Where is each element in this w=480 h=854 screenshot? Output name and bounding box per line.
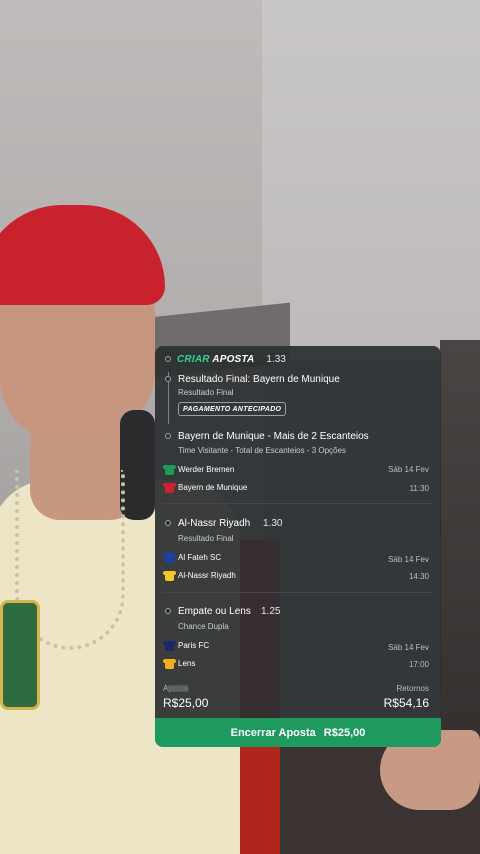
home-team: Al Fateh SC [178,553,222,562]
selection-market: Resultado Final [178,534,234,543]
cashout-label: Encerrar Aposta [230,726,316,739]
total-odds: 1.33 [266,353,286,365]
shirt-icon [163,659,176,669]
early-payout-badge: PAGAMENTO ANTECIPADO [178,402,287,416]
divider [163,592,433,593]
match-time: 17:00 [408,660,429,669]
selection-bullet-icon [165,608,171,614]
slip-brand: CRIAR APOSTA [177,354,254,365]
shirt-icon [163,483,176,493]
returns-label: Retornos [396,684,429,693]
leg-title: Resultado Final: Bayern de Munique [178,374,340,385]
selection-name: Al-Nassr Riyadh [178,518,251,529]
shirt-icon [163,465,176,475]
match-date: Sáb 14 Fev [388,555,429,564]
selection-odds: 1.25 [261,606,281,617]
match-date: Sáb 14 Fev [388,643,429,652]
away-team: Al-Nassr Riyadh [178,571,236,580]
match-time: 14:30 [408,572,429,581]
brand-aposta: APOSTA [212,353,255,365]
returns-value: R$54,16 [383,696,429,710]
leg-bullet-icon [165,433,171,439]
shirt-icon [163,571,176,581]
home-team: Werder Bremen [178,465,235,474]
away-team: Lens [178,659,196,668]
divider [163,503,433,504]
away-team: Bayern de Munique [178,483,248,492]
match-date: Sáb 14 Fev [388,465,429,474]
bet-slip-card: CRIAR APOSTA 1.33 Resultado Final: Bayer… [155,346,441,747]
cashout-button[interactable]: Encerrar Aposta R$25,00 [155,718,441,747]
shirt-icon [163,553,176,563]
selection-bullet-icon [165,520,171,526]
leg-market: Time Visitante - Total de Escanteios - 3… [178,446,346,455]
obscured-overlay [167,685,189,692]
shirt-icon [163,641,176,651]
home-team: Paris FC [178,641,210,650]
slip-header: CRIAR APOSTA 1.33 [165,352,286,366]
leg-bullet-icon [165,376,171,382]
brand-criar: CRIAR [177,353,210,365]
selection-odds: 1.30 [263,518,283,529]
leg-title: Bayern de Munique - Mais de 2 Escanteios [178,431,369,442]
cashout-value: R$25,00 [323,726,366,739]
selection-market: Chance Dupla [178,622,229,631]
bullet-icon [165,356,171,362]
stake-value: R$25,00 [163,696,209,710]
match-time: 11:30 [409,484,429,493]
leg-market: Resultado Final [178,388,234,397]
selection-name: Empate ou Lens [178,606,251,617]
